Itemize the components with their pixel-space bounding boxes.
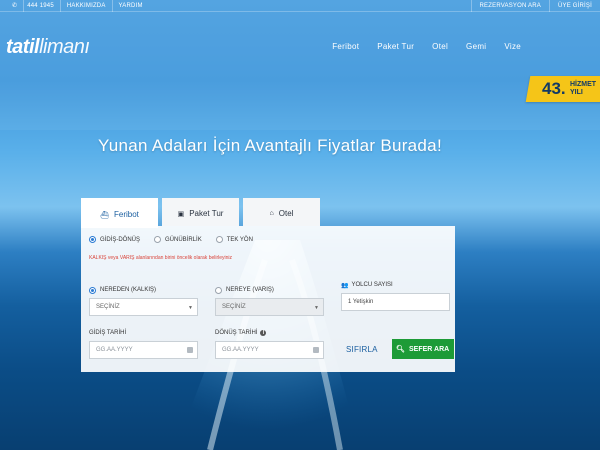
origin-label-row: NEREDEN (KALKIŞ) [89,286,198,294]
phone-number: 444 1945 [27,2,54,9]
info-icon[interactable]: i [260,330,267,336]
nav-item-vize[interactable]: Vize [495,42,530,51]
passengers-value: 1 Yetişkin [348,299,374,305]
passengers-field: 👥 YOLCU SAYISI 1 Yetişkin [341,281,450,316]
radio-label: GİDİŞ-DÖNÜŞ [100,236,141,243]
tab-label: Paket Tur [189,209,224,218]
ferry-icon: ⛴ [100,211,109,219]
hero-title: Yunan Adaları İçin Avantajlı Fiyatlar Bu… [98,136,442,155]
site-logo[interactable]: tatillimanı [6,36,90,59]
reset-button[interactable]: SIFIRLA [346,345,378,354]
destination-label: NEREYE (VARIŞ) [226,287,274,293]
nav-item-otel[interactable]: Otel [423,42,457,51]
search-button-label: SEFER ARA [408,345,450,353]
return-label-row: DÖNÜŞ TARİHİ i [215,329,324,337]
trip-type-oneway[interactable]: TEK YÖN [215,236,253,243]
reservation-search-link[interactable]: REZERVASYON ARA [470,0,549,12]
top-bar: ✆ 444 1945 HAKKIMIZDA YARDIM REZERVASYON … [0,0,600,12]
nav-item-feribot[interactable]: Feribot [323,42,368,51]
return-date-input[interactable]: GG.AA.YYYY [215,341,324,359]
tab-feribot[interactable]: ⛴ Feribot [81,198,158,228]
search-icon: 🔍︎ [396,346,405,353]
help-link[interactable]: YARDIM [113,0,149,12]
main-nav: Feribot Paket Tur Otel Gemi Vize [323,42,530,51]
origin-select[interactable]: SEÇİNİZ ▼ [89,298,198,316]
phone-icon: ✆ [6,0,25,12]
search-tabs: ⛴ Feribot ▣ Paket Tur ⌂ Otel [81,198,324,228]
destination-priority-radio[interactable] [215,286,222,294]
trip-type-daytrip[interactable]: GÜNÜBİRLİK [154,236,202,243]
home-icon: ⌂ [269,210,274,217]
search-button[interactable]: 🔍︎ SEFER ARA [391,339,454,359]
depart-date-placeholder: GG.AA.YYYY [96,347,133,353]
phone-link[interactable]: ✆ 444 1945 [0,0,61,12]
service-years-badge: 43. HİZMET YILI [525,76,600,102]
logo-bold-text: tatil [6,36,40,58]
logo-light-text: limanı [39,36,90,58]
member-login-link[interactable]: ÜYE GİRİŞİ [548,0,600,12]
passengers-label: YOLCU SAYISI [351,282,393,288]
tab-otel[interactable]: ⌂ Otel [243,198,320,226]
radio-button [215,236,223,243]
depart-label-row: GİDİŞ TARİHİ [89,329,198,337]
tab-label: Feribot [113,210,139,219]
tab-paket-tur[interactable]: ▣ Paket Tur [162,198,239,226]
date-fields: GİDİŞ TARİHİ GG.AA.YYYY DÖNÜŞ TARİHİ i G… [89,329,454,359]
depart-date-field: GİDİŞ TARİHİ GG.AA.YYYY [89,329,198,359]
trip-type-round[interactable]: GİDİŞ-DÖNÜŞ [89,236,140,243]
chevron-down-icon: ▼ [188,305,193,311]
nav-item-gemi[interactable]: Gemi [457,42,495,51]
return-date-placeholder: GG.AA.YYYY [222,347,259,353]
badge-text: HİZMET YILI [570,81,596,97]
depart-date-label: GİDİŞ TARİHİ [89,330,127,336]
badge-number: 43. [542,79,566,98]
radio-button [89,236,96,243]
destination-select[interactable]: SEÇİNİZ ▼ [215,298,324,316]
tab-label: Otel [278,209,294,218]
depart-date-input[interactable]: GG.AA.YYYY [89,341,198,359]
origin-value: SEÇİNİZ [96,304,120,310]
origin-field: NEREDEN (KALKIŞ) SEÇİNİZ ▼ [89,286,198,316]
calendar-icon [313,347,319,353]
badge-line2: YILI [569,89,583,96]
badge-line1: HİZMET [569,81,596,88]
calendar-icon [187,347,193,353]
about-link[interactable]: HAKKIMIZDA [61,0,113,12]
priority-warning: KALKIŞ veya VARIŞ alanlarından birini ön… [89,255,233,261]
trip-type-group: GİDİŞ-DÖNÜŞ GÜNÜBİRLİK TEK YÖN [89,236,447,243]
radio-label: TEK YÖN [226,236,253,243]
ferry-search-panel: GİDİŞ-DÖNÜŞ GÜNÜBİRLİK TEK YÖN KALKIŞ ve… [81,226,455,372]
nav-item-paket-tur[interactable]: Paket Tur [368,42,423,51]
radio-button [154,236,162,243]
return-date-label: DÖNÜŞ TARİHİ [215,330,258,336]
suitcase-icon: ▣ [177,210,185,218]
destination-field: NEREYE (VARIŞ) SEÇİNİZ ▼ [215,286,324,316]
passengers-label-row: 👥 YOLCU SAYISI [341,281,450,289]
passengers-input[interactable]: 1 Yetişkin [341,293,450,311]
origin-priority-radio[interactable] [89,286,96,294]
users-icon: 👥 [341,282,349,289]
destination-label-row: NEREYE (VARIŞ) [215,286,324,294]
route-fields: NEREDEN (KALKIŞ) SEÇİNİZ ▼ NEREYE (VARIŞ… [89,282,467,316]
return-date-field: DÖNÜŞ TARİHİ i GG.AA.YYYY [215,329,324,359]
radio-label: GÜNÜBİRLİK [165,236,202,243]
origin-label: NEREDEN (KALKIŞ) [100,287,157,293]
destination-value: SEÇİNİZ [222,304,246,310]
chevron-down-icon: ▼ [314,305,319,311]
